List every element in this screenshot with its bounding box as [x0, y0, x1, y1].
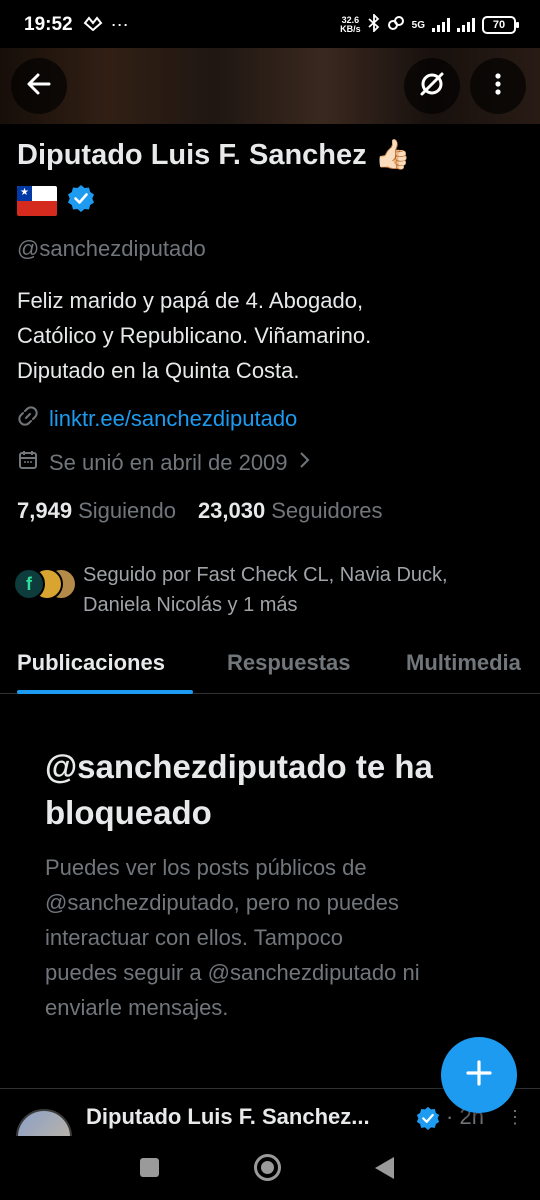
arrow-left-icon: [25, 70, 53, 103]
verified-badge-icon[interactable]: [67, 184, 95, 217]
chile-flag-icon: ★: [17, 185, 57, 216]
joined-text: Se unió en abril de 2009: [49, 450, 288, 475]
tab-publicaciones[interactable]: Publicaciones: [17, 650, 165, 676]
blocked-description: Puedes ver los posts públicos de @sanche…: [45, 855, 420, 1020]
active-tab-indicator: [17, 690, 193, 694]
calendar-icon: [17, 449, 39, 477]
battery-icon: 70: [482, 16, 519, 34]
verified-badge-icon: [416, 1106, 440, 1135]
followers-link[interactable]: 23,030 Seguidores: [198, 498, 383, 524]
home-button[interactable]: [254, 1154, 281, 1181]
joined-date[interactable]: Se unió en abril de 2009: [17, 449, 312, 477]
signal-icon-2: [457, 18, 475, 32]
profile-handle: @sanchezdiputado: [17, 236, 206, 261]
profile-tabs: Publicaciones Respuestas Multimedia: [0, 640, 540, 694]
recent-apps-button[interactable]: [140, 1158, 159, 1177]
following-count: 7,949: [17, 498, 73, 523]
profile-link-text[interactable]: linktr.ee/sanchezdiputado: [49, 406, 297, 432]
tab-respuestas[interactable]: Respuestas: [227, 650, 351, 676]
status-time: 19:52: [24, 14, 73, 35]
following-label: Siguiendo: [78, 498, 176, 523]
system-back-button[interactable]: [375, 1157, 394, 1179]
status-bar: 19:52 ⋯ 32.6 KB/s 5G 70: [0, 0, 540, 50]
hotspot-icon: [387, 14, 405, 37]
blocked-title: @sanchezdiputado te ha bloqueado: [45, 748, 433, 831]
grok-button[interactable]: [404, 58, 460, 114]
signal-icon: [432, 18, 450, 32]
profile-banner: [0, 48, 540, 124]
more-notifications-icon: ⋯: [110, 14, 129, 35]
post-author-name: Diputado Luis F. Sanchez...: [86, 1104, 370, 1129]
back-button[interactable]: [11, 58, 67, 114]
net-speed: 32.6 KB/s: [340, 15, 361, 34]
post-more-icon[interactable]: ⋮: [506, 1107, 524, 1128]
followed-by-avatars: f: [13, 568, 77, 602]
system-nav-bar: [0, 1136, 540, 1200]
grok-icon: [417, 69, 447, 104]
more-button[interactable]: [470, 58, 526, 114]
followed-by[interactable]: f Seguido por Fast Check CL, Navia Duck,…: [13, 560, 448, 620]
vpn-icon: [83, 15, 103, 36]
more-vertical-icon: [494, 72, 502, 101]
followers-label: Seguidores: [271, 498, 383, 523]
compose-button[interactable]: [441, 1037, 517, 1113]
avatar[interactable]: [16, 1109, 72, 1136]
profile-name: Diputado Luis F. Sanchez 👍🏻: [17, 139, 411, 171]
following-link[interactable]: 7,949 Siguiendo: [17, 498, 176, 524]
avatar: f: [13, 568, 45, 600]
follow-stats: 7,949 Siguiendo 23,030 Seguidores: [17, 498, 383, 524]
profile-link[interactable]: linktr.ee/sanchezdiputado: [17, 405, 297, 433]
link-icon: [17, 405, 39, 433]
bluetooth-icon: [368, 12, 380, 37]
followers-count: 23,030: [197, 498, 266, 523]
network-type: 5G: [411, 19, 425, 31]
thumbs-up-emoji: 👍🏻: [374, 139, 411, 171]
chevron-right-icon: [298, 450, 312, 476]
profile-bio: Feliz marido y papá de 4. Abogado, Catól…: [17, 288, 372, 383]
plus-icon: [465, 1059, 493, 1092]
tab-multimedia[interactable]: Multimedia: [406, 650, 521, 676]
